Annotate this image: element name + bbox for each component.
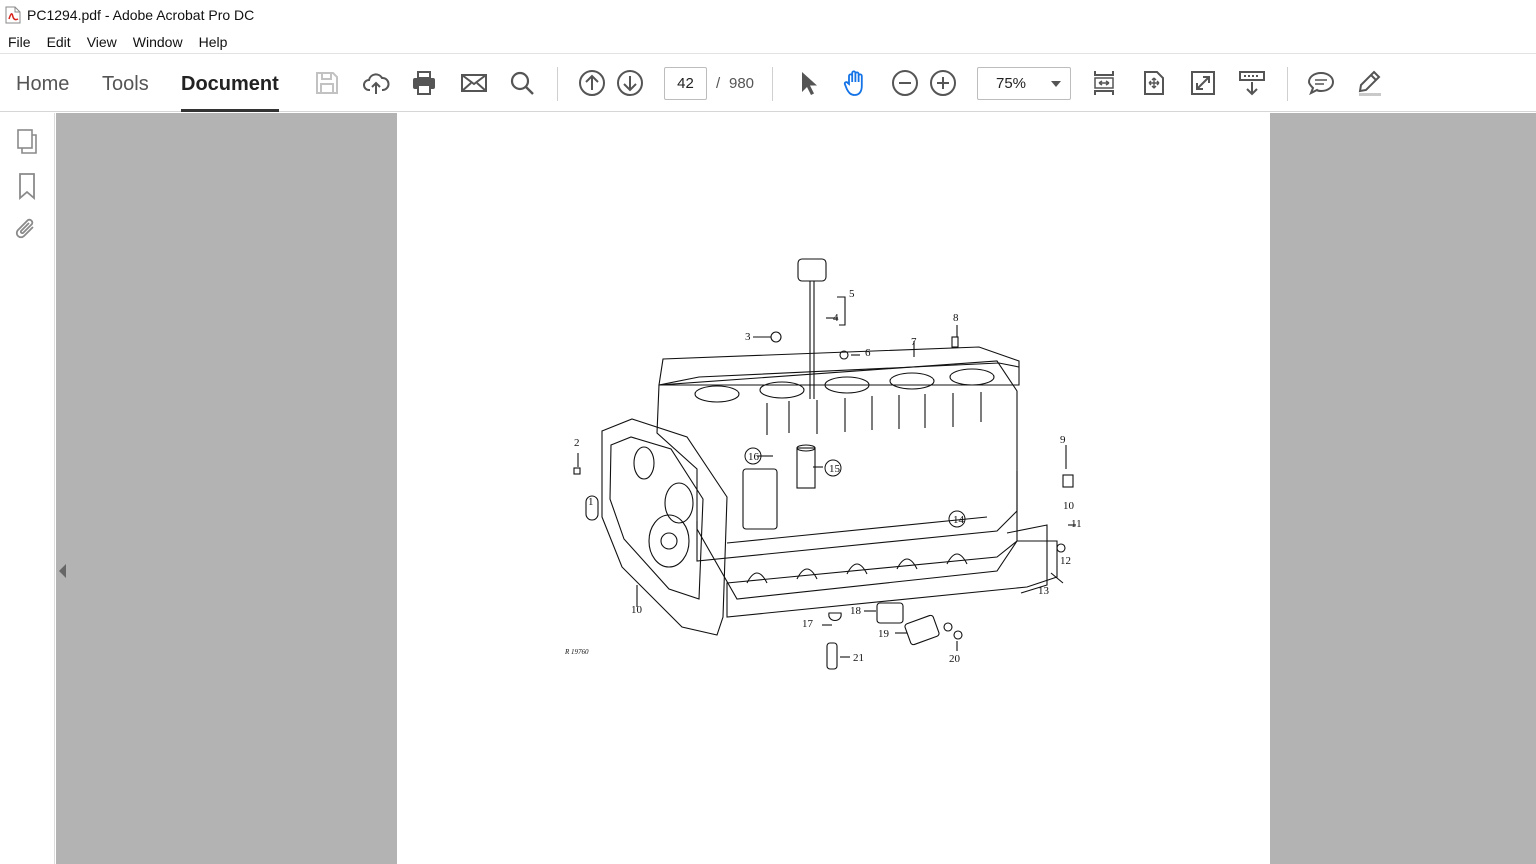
callout-label: 1: [588, 496, 594, 508]
tab-home[interactable]: Home: [16, 55, 69, 112]
callout-label: 9: [1060, 434, 1066, 446]
callout-label: 11: [1071, 518, 1082, 530]
full-screen-icon[interactable]: [1187, 67, 1219, 99]
callout-label: 15: [829, 463, 841, 475]
zoom-select[interactable]: 75%: [977, 67, 1071, 100]
bookmarks-icon[interactable]: [12, 171, 42, 201]
zoom-value: 75%: [996, 75, 1027, 92]
print-icon[interactable]: [408, 67, 440, 99]
page-number-input[interactable]: 42: [664, 67, 707, 100]
callout-label: 13: [1038, 585, 1050, 597]
window-title: PC1294.pdf - Adobe Acrobat Pro DC: [27, 7, 255, 23]
hand-tool-icon[interactable]: [840, 67, 872, 99]
callout-label: 5: [849, 288, 855, 300]
callout-label: 2: [574, 437, 580, 449]
toolbar: Home Tools Document 42 / 980 75%: [0, 55, 1536, 112]
collapse-panel-icon[interactable]: [59, 564, 66, 578]
pdf-page: 1 2 3 4 5 6 7 8 9 10 10 11 12 13 14 15 1…: [397, 113, 1270, 864]
zoom-out-icon[interactable]: [889, 67, 921, 99]
cloud-upload-icon[interactable]: [360, 67, 392, 99]
engine-block-exploded-diagram: 1 2 3 4 5 6 7 8 9 10 10 11 12 13 14 15 1…: [564, 258, 1082, 670]
callout-labels: 1 2 3 4 5 6 7 8 9 10 10 11 12 13 14 15 1…: [564, 288, 1082, 665]
toolbar-separator: [557, 67, 558, 101]
callout-label: 21: [853, 652, 864, 664]
save-icon[interactable]: [311, 67, 343, 99]
callout-label: 14: [953, 514, 965, 526]
menu-edit[interactable]: Edit: [39, 34, 79, 50]
chevron-down-icon: [1051, 81, 1061, 87]
callout-label: 4: [833, 312, 839, 324]
callout-label: 19: [878, 628, 890, 640]
tab-tools[interactable]: Tools: [102, 55, 149, 112]
zoom-in-icon[interactable]: [927, 67, 959, 99]
callout-label: 18: [850, 605, 862, 617]
email-icon[interactable]: [458, 67, 490, 99]
document-viewport[interactable]: 1 2 3 4 5 6 7 8 9 10 10 11 12 13 14 15 1…: [56, 113, 1536, 864]
menu-view[interactable]: View: [79, 34, 125, 50]
callout-label: 10: [1063, 500, 1075, 512]
callout-label: 8: [953, 312, 959, 324]
previous-page-icon[interactable]: [576, 67, 608, 99]
callout-label: 3: [745, 331, 751, 343]
menu-file[interactable]: File: [0, 34, 39, 50]
next-page-icon[interactable]: [614, 67, 646, 99]
callout-label: 6: [865, 347, 871, 359]
title-bar: PC1294.pdf - Adobe Acrobat Pro DC: [0, 0, 1536, 30]
attachments-icon[interactable]: [12, 215, 42, 245]
tab-document[interactable]: Document: [181, 55, 279, 112]
callout-label: 17: [802, 618, 814, 630]
left-rail: [0, 113, 55, 864]
select-cursor-icon[interactable]: [791, 67, 823, 99]
page-separator: /: [716, 75, 721, 92]
rotate-icon[interactable]: [1138, 67, 1170, 99]
comment-icon[interactable]: [1305, 67, 1337, 99]
page-thumbnails-icon[interactable]: [12, 127, 42, 157]
menu-bar: File Edit View Window Help: [0, 30, 1536, 54]
sign-icon[interactable]: [1354, 67, 1386, 99]
callout-label: 20: [949, 653, 961, 665]
fit-page-icon[interactable]: [1088, 67, 1120, 99]
scroll-mode-icon[interactable]: [1236, 67, 1268, 99]
search-icon[interactable]: [506, 67, 538, 99]
page-total: 980: [729, 75, 755, 92]
callout-label: 10: [631, 604, 643, 616]
menu-help[interactable]: Help: [191, 34, 236, 50]
callout-label: 16: [748, 451, 760, 463]
menu-window[interactable]: Window: [125, 34, 191, 50]
toolbar-separator: [772, 67, 773, 101]
callout-label: 7: [911, 336, 917, 348]
figure-id: R 19760: [564, 648, 589, 656]
toolbar-separator: [1287, 67, 1288, 101]
acrobat-pdf-icon: [5, 6, 21, 24]
callout-label: 12: [1060, 555, 1071, 567]
